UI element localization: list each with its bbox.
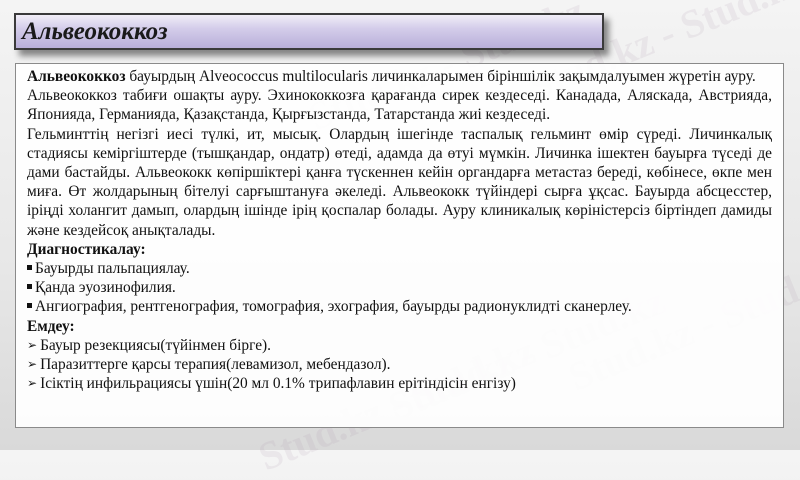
paragraph-definition: Альвеококкоз бауырдың Alveococcus multil…	[27, 67, 772, 86]
definition-text: бауырдың Alveococcus multilocularis личи…	[125, 68, 756, 85]
content-box: Альвеококкоз бауырдың Alveococcus multil…	[15, 63, 784, 428]
list-item-text: Қанда эуозинофилия.	[35, 279, 176, 297]
paragraph-pathogenesis: Гельминттің негізгі иесі түлкі, ит, мысы…	[27, 125, 772, 239]
list-item: Бауырды пальпациялау.	[27, 259, 772, 278]
slide-title-bar: Альвеококкоз	[14, 13, 604, 50]
list-item: Қанда эуозинофилия.	[27, 278, 772, 297]
arrow-bullet-icon: ➢	[27, 337, 38, 352]
list-item-text: Паразиттерге қарсы терапия(левамизол, ме…	[40, 356, 391, 374]
paragraph-epidemiology: Альвеококкоз табиғи ошақты ауру. Эхиноко…	[27, 87, 772, 124]
list-item: ➢ Ісіктің инфильрациясы үшін(20 мл 0.1% т…	[27, 374, 772, 393]
square-bullet-icon	[27, 284, 32, 290]
square-bullet-icon	[27, 265, 32, 271]
term-bold: Альвеококкоз	[27, 68, 126, 85]
arrow-bullet-icon: ➢	[27, 357, 38, 372]
square-bullet-icon	[27, 303, 32, 309]
list-item-text: Бауырды пальпациялау.	[35, 260, 190, 278]
list-item-text: Бауыр резекциясы(түйінмен бірге).	[40, 336, 272, 354]
list-item-text: Ангиография, рентгенография, томография,…	[35, 298, 632, 316]
diagnostics-heading: Диагностикалау:	[27, 240, 146, 258]
list-item-text: Ісіктің инфильрациясы үшін(20 мл 0.1% тр…	[40, 375, 516, 393]
slide-title: Альвеококкоз	[22, 18, 168, 45]
list-item: Ангиография, рентгенография, томография,…	[27, 297, 772, 316]
treatment-heading: Емдеу:	[27, 317, 75, 335]
list-item: ➢ Бауыр резекциясы(түйінмен бірге).	[27, 336, 772, 355]
list-item: ➢ Паразиттерге қарсы терапия(левамизол, м…	[27, 355, 772, 374]
arrow-bullet-icon: ➢	[27, 376, 38, 391]
